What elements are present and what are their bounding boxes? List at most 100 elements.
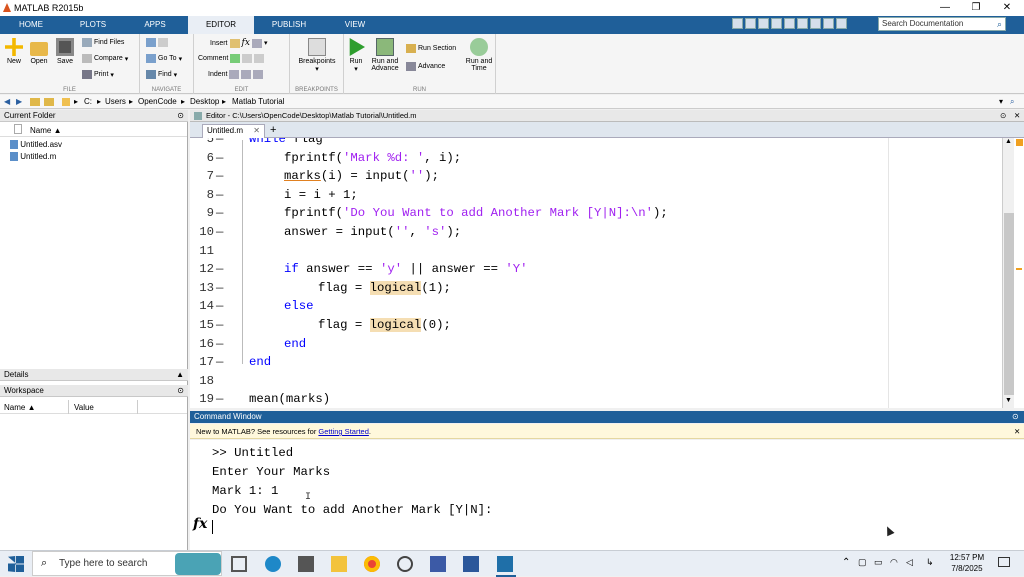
up-folder-icon[interactable] [30,98,40,106]
address-search-icon[interactable]: ⌕ [1010,95,1014,109]
tab-apps[interactable]: APPS [124,16,186,34]
file-explorer-icon[interactable] [331,556,347,572]
save-icon[interactable] [745,18,756,29]
maximize-button[interactable]: ❐ [961,0,991,16]
tab-publish[interactable]: PUBLISH [256,16,322,34]
windows-start-icon[interactable] [8,556,24,572]
word-icon[interactable] [463,556,479,572]
tab-editor[interactable]: EDITOR [188,16,254,34]
tab-view[interactable]: VIEW [322,16,388,34]
task-view-icon[interactable] [231,556,247,572]
indent-button[interactable]: Indent [208,70,264,79]
code-line[interactable]: 8— i = i + 1; [190,186,1002,204]
column-divider[interactable] [68,400,69,414]
notice-close-icon[interactable]: ✕ [1014,424,1020,439]
tab-home[interactable]: HOME [0,16,62,34]
volume-icon[interactable]: ◁ [906,557,913,568]
code-line[interactable]: 14— else [190,297,1002,315]
name-column-header[interactable]: Name ▲ [30,126,61,135]
current-folder-address-bar[interactable]: ◀ ▶ ▸ C: ▸ Users ▸ OpenCode ▸ Desktop ▸ … [0,95,1024,109]
new-button[interactable]: New [2,38,26,65]
breakpoint-marker[interactable]: — [216,390,223,408]
edge-browser-icon[interactable] [265,556,281,572]
compare-button[interactable]: Compare ▾ [82,54,128,63]
scroll-up-icon[interactable]: ▲ [1003,138,1014,145]
cut-icon[interactable] [758,18,769,29]
path-matlab-tutorial[interactable]: Matlab Tutorial [232,95,284,109]
undo-icon[interactable] [797,18,808,29]
code-line[interactable]: 15— flag = logical(0); [190,316,1002,334]
path-drive[interactable]: C: [84,95,92,109]
input-indicator-icon[interactable]: ↳ [926,557,934,568]
show-hidden-icons-icon[interactable]: ⌃ [842,557,850,568]
warning-marker[interactable] [1016,268,1022,270]
code-line[interactable]: 16— end [190,335,1002,353]
taskbar-search-box[interactable]: ⌕ Type here to search [32,551,222,576]
breakpoint-marker[interactable]: — [216,149,223,167]
breakpoints-button[interactable]: Breakpoints ▾ [294,38,340,73]
code-line[interactable]: 9— fprintf('Do You Want to add Another Ma… [190,204,1002,222]
switch-windows-icon[interactable] [823,18,834,29]
code-line[interactable]: 18 [190,372,1002,390]
line-number[interactable]: 14 [190,297,214,315]
insert-button[interactable]: Insert fx ▾ [210,38,267,48]
open-button[interactable]: Open [27,38,51,65]
editor-actions-icon[interactable]: ⊙ [1000,110,1006,122]
command-window-actions-icon[interactable]: ⊙ [1012,411,1019,423]
path-users[interactable]: Users [105,95,126,109]
paste-icon[interactable] [784,18,795,29]
tray-icon[interactable]: ▢ [858,557,867,568]
breakpoint-marker[interactable]: — [216,297,223,315]
help-icon[interactable] [836,18,847,29]
code-line[interactable]: 7— marks(i) = input(''); [190,167,1002,185]
breakpoint-marker[interactable]: — [216,279,223,297]
code-editor[interactable]: 5— while flag 6— fprintf('Mark %d: ', i); 7—… [190,138,1002,408]
editor-scrollbar[interactable]: ▲ ▼ [1002,138,1014,408]
list-item[interactable]: Untitled.m [10,152,56,162]
search-icon[interactable]: ⌕ [997,18,1002,30]
code-line[interactable]: 6— fprintf('Mark %d: ', i); [190,149,1002,167]
run-and-time-button[interactable]: Run and Time [464,38,494,72]
taskbar-time[interactable]: 12:57 PM [947,553,987,562]
breakpoint-marker[interactable]: — [216,353,223,371]
workspace-name-column[interactable]: Name ▲ [4,403,35,412]
mail-icon[interactable] [298,556,314,572]
line-number[interactable]: 15 [190,316,214,334]
layout-icon[interactable] [732,18,743,29]
chrome-icon[interactable] [364,556,380,572]
line-number[interactable]: 7 [190,167,214,185]
path-desktop[interactable]: Desktop [190,95,219,109]
line-number[interactable]: 5 [190,138,214,148]
save-button[interactable]: Save [53,38,77,65]
breakpoint-marker[interactable]: — [216,204,223,222]
fx-prompt-icon[interactable]: fx [193,516,207,532]
search-documentation-input[interactable]: Search Documentation ⌕ [878,17,1006,31]
code-line[interactable]: 12— if answer == 'y' || answer == 'Y' [190,260,1002,278]
breakpoint-marker[interactable]: — [216,335,223,353]
battery-icon[interactable]: ▭ [874,557,883,568]
breakpoint-marker[interactable]: — [216,316,223,334]
list-item[interactable]: Untitled.asv [10,140,62,150]
line-number[interactable]: 9 [190,204,214,222]
matlab-taskbar-icon[interactable] [497,556,513,572]
find-files-button[interactable]: Find Files [82,38,124,47]
breakpoint-marker[interactable]: — [216,223,223,241]
column-divider[interactable] [137,400,138,414]
line-number[interactable]: 8 [190,186,214,204]
minimize-button[interactable]: — [930,0,960,16]
chart-app-icon[interactable] [430,556,446,572]
notification-icon[interactable] [998,557,1010,567]
details-header[interactable]: Details ▲ [0,369,188,381]
scroll-down-icon[interactable]: ▼ [1003,397,1014,404]
line-number[interactable]: 16 [190,335,214,353]
close-button[interactable]: ✕ [992,0,1022,16]
code-line[interactable]: 13— flag = logical(1); [190,279,1002,297]
breakpoint-marker[interactable]: — [216,260,223,278]
line-number[interactable]: 6 [190,149,214,167]
line-number[interactable]: 11 [190,242,214,260]
comment-button[interactable]: Comment [198,54,265,63]
back-arrow-icon[interactable]: ◀ [4,95,10,109]
breakpoint-marker[interactable]: — [216,138,223,148]
code-line[interactable]: 11 [190,242,1002,260]
code-line[interactable]: 19— mean(marks) [190,390,1002,408]
